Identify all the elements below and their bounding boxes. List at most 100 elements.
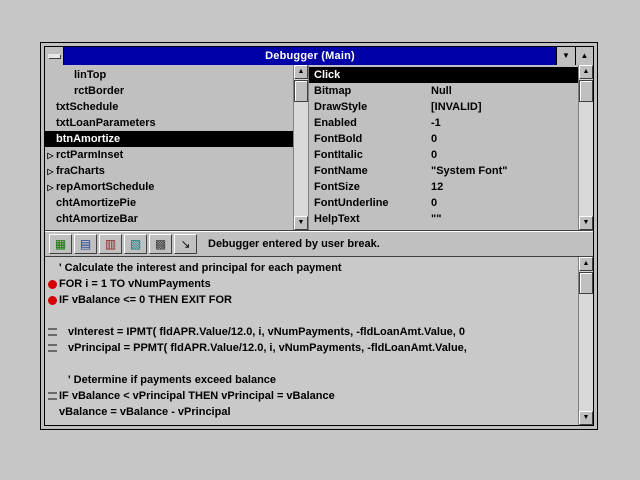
line-marker-icon (48, 280, 57, 289)
property-row[interactable]: Enabled -1 (309, 115, 578, 131)
object-list-item[interactable]: ▷ rctParmInset (45, 147, 293, 163)
code-text: vBalance = vBalance - vPrincipal (59, 406, 231, 418)
property-name: Click (309, 69, 431, 81)
object-name: chtAmortizePie (56, 197, 136, 209)
toolbar-button-icon: ↘ (180, 238, 190, 250)
print-button[interactable]: ▩ (149, 234, 172, 254)
property-value: -1 (431, 117, 578, 129)
object-name: txtLoanParameters (56, 117, 156, 129)
breakpoint-gutter[interactable] (45, 328, 59, 336)
watchpoints-button[interactable]: ▧ (124, 234, 147, 254)
code-line[interactable]: IF vBalance <= 0 THEN EXIT FOR (45, 292, 578, 308)
object-list-item[interactable]: ▷ chtAmortizePie (45, 195, 293, 211)
property-row[interactable]: HelpText "" (309, 211, 578, 227)
object-list-item[interactable]: ▷ linTop (45, 67, 293, 83)
property-row[interactable]: Click (309, 67, 578, 83)
expand-triangle-icon[interactable]: ▷ (45, 151, 56, 160)
breakpoint-gutter[interactable] (45, 344, 59, 352)
object-name: btnAmortize (56, 133, 120, 145)
code-line[interactable] (45, 356, 578, 372)
property-value: Null (431, 85, 578, 97)
toolbar-buttons: ▦ ▤ ▥ ▧ (49, 234, 197, 254)
object-list-item[interactable]: ▷ fraCharts (45, 163, 293, 179)
upper-panes: ▷ linTop ▷ rctBorder ▷ txtSchedule (45, 65, 593, 231)
property-name: FontBold (309, 133, 431, 145)
object-name: linTop (56, 69, 106, 81)
object-list-item[interactable]: ▷ txtSchedule (45, 99, 293, 115)
property-row[interactable]: FontBold 0 (309, 131, 578, 147)
scroll-track[interactable] (579, 102, 593, 216)
run-debug-button[interactable]: ▦ (49, 234, 72, 254)
property-row[interactable]: DrawStyle [INVALID] (309, 99, 578, 115)
property-name: Bitmap (309, 85, 431, 97)
step-over-button[interactable]: ▥ (99, 234, 122, 254)
toolbar-button-icon: ▩ (155, 238, 166, 250)
code-line[interactable]: FOR i = 1 TO vNumPayments (45, 276, 578, 292)
breakpoint-gutter[interactable] (45, 280, 59, 289)
object-name: rctBorder (56, 85, 124, 97)
property-list-scrollbar[interactable]: ▲ ▼ (578, 65, 593, 230)
maximize-button[interactable]: ▲ (575, 47, 593, 65)
scroll-up-icon[interactable]: ▲ (294, 65, 308, 79)
breakpoint-gutter[interactable] (45, 392, 59, 400)
object-list: ▷ linTop ▷ rctBorder ▷ txtSchedule (45, 65, 293, 230)
window-controls: ▼ ▲ (556, 47, 593, 65)
window-title[interactable]: Debugger (Main) (64, 47, 556, 65)
toolbar-button-icon: ▤ (80, 238, 91, 250)
system-menu-button[interactable] (45, 47, 64, 65)
property-row[interactable]: FontUnderline 0 (309, 195, 578, 211)
exit-debug-button[interactable]: ↘ (174, 234, 197, 254)
code-line[interactable]: IF vBalance < vPrincipal THEN vPrincipal… (45, 388, 578, 404)
expand-triangle-icon[interactable]: ▷ (45, 183, 56, 192)
property-list: Click Bitmap Null DrawStyle [INVA (309, 65, 578, 230)
code-text: ' Determine if payments exceed balance (59, 374, 276, 386)
line-marker-icon (48, 344, 57, 352)
code-line[interactable] (45, 308, 578, 324)
property-value: 0 (431, 149, 578, 161)
object-list-item[interactable]: ▷ txtLoanParameters (45, 115, 293, 131)
object-list-item[interactable]: ▷ chtAmortizeBar (45, 211, 293, 227)
property-row[interactable]: Bitmap Null (309, 83, 578, 99)
status-message: Debugger entered by user break. (208, 238, 380, 250)
step-into-button[interactable]: ▤ (74, 234, 97, 254)
object-list-item[interactable]: ▷ rctBorder (45, 83, 293, 99)
property-pane: Click Bitmap Null DrawStyle [INVA (309, 65, 593, 230)
system-menu-icon (48, 54, 60, 58)
object-list-scrollbar[interactable]: ▲ ▼ (293, 65, 308, 230)
scroll-track[interactable] (294, 102, 308, 216)
scroll-down-icon[interactable]: ▼ (294, 216, 308, 230)
scroll-track[interactable] (579, 294, 593, 411)
scroll-thumb[interactable] (294, 80, 308, 102)
scroll-down-icon[interactable]: ▼ (579, 411, 593, 425)
minimize-icon: ▼ (562, 52, 570, 60)
property-value: "System Font" (431, 165, 578, 177)
property-row[interactable]: FontSize 12 (309, 179, 578, 195)
property-row[interactable]: FontName "System Font" (309, 163, 578, 179)
code-scrollbar[interactable]: ▲ ▼ (578, 257, 593, 425)
object-name: chtAmortizeBar (56, 213, 138, 225)
object-list-item[interactable]: ▷ repAmortSchedule (45, 179, 293, 195)
property-value: 0 (431, 133, 578, 145)
scroll-up-icon[interactable]: ▲ (579, 65, 593, 79)
code-text: vPrincipal = PPMT( fldAPR.Value/12.0, i,… (59, 342, 467, 354)
code-line[interactable]: vBalance = vBalance - vPrincipal (45, 404, 578, 420)
code-line[interactable]: ' Determine if payments exceed balance (45, 372, 578, 388)
minimize-button[interactable]: ▼ (557, 47, 575, 65)
scroll-down-icon[interactable]: ▼ (579, 216, 593, 230)
property-name: FontSize (309, 181, 431, 193)
code-line[interactable]: ' Calculate the interest and principal f… (45, 260, 578, 276)
property-value: "" (431, 213, 578, 225)
scroll-thumb[interactable] (579, 272, 593, 294)
property-name: DrawStyle (309, 101, 431, 113)
property-row[interactable]: FontItalic 0 (309, 147, 578, 163)
scroll-up-icon[interactable]: ▲ (579, 257, 593, 271)
code-line[interactable]: vPrincipal = PPMT( fldAPR.Value/12.0, i,… (45, 340, 578, 356)
property-name: Enabled (309, 117, 431, 129)
breakpoint-gutter[interactable] (45, 296, 59, 305)
expand-triangle-icon[interactable]: ▷ (45, 167, 56, 176)
code-line[interactable]: vInterest = IPMT( fldAPR.Value/12.0, i, … (45, 324, 578, 340)
code-pane: ' Calculate the interest and principal f… (45, 257, 593, 425)
code-text: IF vBalance < vPrincipal THEN vPrincipal… (59, 390, 335, 402)
scroll-thumb[interactable] (579, 80, 593, 102)
object-list-item[interactable]: ▷ btnAmortize (45, 131, 293, 147)
